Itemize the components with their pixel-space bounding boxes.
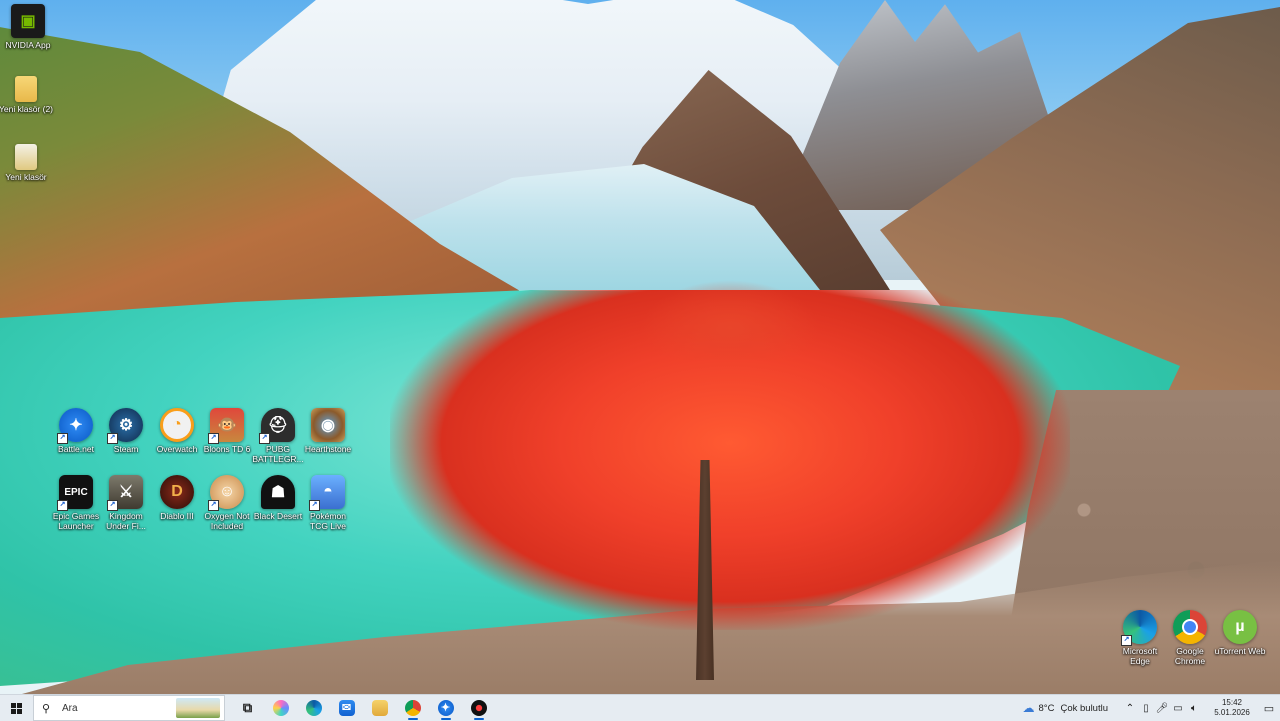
folder-icon xyxy=(371,700,388,716)
utorrent-icon: µ xyxy=(1223,610,1257,644)
desktop-icon-kingdom-under-fire[interactable]: ⚔ ↗ Kingdom Under Fi... xyxy=(98,475,154,531)
taskbar-battlenet[interactable]: ✦ xyxy=(429,695,462,721)
edge-icon: ↗ xyxy=(1121,610,1157,646)
taskbar-chrome[interactable] xyxy=(396,695,429,721)
overwatch-icon: ◔ xyxy=(160,408,194,442)
taskbar: ⚲ Ara ⧉ ✉ ✦ ☁ 8°C Çok bulutlu ⌃ ▯ 🎤︎ ▭ 🔈… xyxy=(0,694,1280,721)
cloud-rain-icon: ☁ xyxy=(1022,701,1035,715)
nvidia-icon: ▣ xyxy=(11,4,45,38)
chrome-icon xyxy=(404,700,421,716)
taskbar-app[interactable] xyxy=(462,695,495,721)
weather-condition: Çok bulutlu xyxy=(1060,702,1108,714)
desktop-icon-steam[interactable]: ⚙ ↗ Steam xyxy=(98,408,154,454)
desktop-icon-pokemon-tcg-live[interactable]: ◓ ↗ Pokémon TCG Live xyxy=(300,475,356,531)
pokemon-tcg-icon: ◓ ↗ xyxy=(309,475,345,511)
desktop-icon-epic-games[interactable]: EPIC ↗ Epic Games Launcher xyxy=(48,475,104,531)
desktop-icon-diablo-iii[interactable]: D Diablo III xyxy=(149,475,205,521)
black-desert-icon: ☗ xyxy=(261,475,295,509)
bloons-td6-icon: 🐵 ↗ xyxy=(208,408,244,444)
taskbar-copilot[interactable] xyxy=(264,695,297,721)
taskbar-outlook[interactable]: ✉ xyxy=(330,695,363,721)
start-button[interactable] xyxy=(0,695,32,721)
taskbar-edge[interactable] xyxy=(297,695,330,721)
edge-icon xyxy=(305,700,322,716)
system-tray: ☁ 8°C Çok bulutlu ⌃ ▯ 🎤︎ ▭ 🔈︎ 15:42 5.01… xyxy=(1023,695,1280,721)
epic-games-icon: EPIC ↗ xyxy=(57,475,93,511)
battlenet-icon: ✦ xyxy=(437,700,454,716)
desktop-icon-google-chrome[interactable]: Google Chrome xyxy=(1162,610,1218,666)
desktop-icon-bloons-td6[interactable]: 🐵 ↗ Bloons TD 6 xyxy=(199,408,255,454)
mail-icon: ✉ xyxy=(338,700,355,716)
weather-widget[interactable]: ☁ 8°C Çok bulutlu xyxy=(1023,701,1114,715)
desktop-wallpaper xyxy=(0,0,1280,694)
taskbar-task-view[interactable]: ⧉ xyxy=(231,695,264,721)
desktop-icon-new-folder-2[interactable]: Yeni klasör (2) xyxy=(0,76,54,114)
diablo-icon: D xyxy=(160,475,194,509)
task-view-icon: ⧉ xyxy=(242,700,253,715)
battlenet-icon: ✦ ↗ xyxy=(57,408,93,444)
search-placeholder: Ara xyxy=(62,702,78,714)
desktop-icon-pubg[interactable]: ⛑ ↗ PUBG BATTLEGR... xyxy=(250,408,306,464)
hearthstone-icon: ◉ xyxy=(311,408,345,442)
app-icon xyxy=(470,700,487,716)
steam-icon: ⚙ ↗ xyxy=(107,408,143,444)
folder-icon xyxy=(15,76,37,102)
chrome-icon xyxy=(1173,610,1207,644)
clock-time: 15:42 xyxy=(1221,698,1243,707)
kingdom-under-fire-icon: ⚔ ↗ xyxy=(107,475,143,511)
desktop-icon-microsoft-edge[interactable]: ↗ Microsoft Edge xyxy=(1112,610,1168,666)
wallpaper-red-tree-top xyxy=(640,280,820,360)
microphone-icon[interactable]: 🎤︎ xyxy=(1154,703,1170,714)
desktop-icon-overwatch[interactable]: ◔ Overwatch xyxy=(149,408,205,454)
copilot-icon xyxy=(272,700,289,716)
clock-date: 5.01.2026 xyxy=(1214,708,1250,717)
desktop-icon-battlenet[interactable]: ✦ ↗ Battle.net xyxy=(48,408,104,454)
network-icon[interactable]: ▭ xyxy=(1170,703,1186,714)
folder-icon xyxy=(15,144,37,170)
desktop-icon-utorrent-web[interactable]: µ uTorrent Web xyxy=(1212,610,1268,656)
desktop-icon-black-desert[interactable]: ☗ Black Desert xyxy=(250,475,306,521)
desktop-icon-new-folder[interactable]: Yeni klasör xyxy=(0,144,54,182)
desktop-icon-nvidia-app[interactable]: ▣ NVIDIA App xyxy=(0,4,56,50)
clock[interactable]: 15:42 5.01.2026 xyxy=(1206,698,1258,718)
weather-temp: 8°C xyxy=(1038,702,1055,714)
notification-icon[interactable]: ▭ xyxy=(1258,702,1280,715)
volume-icon[interactable]: 🔈︎ xyxy=(1186,703,1202,714)
desktop-icon-hearthstone[interactable]: ◉ Hearthstone xyxy=(300,408,356,454)
windows-logo-icon xyxy=(10,702,22,714)
battery-icon[interactable]: ▯ xyxy=(1138,703,1154,714)
taskbar-search-box[interactable]: ⚲ Ara xyxy=(33,695,225,721)
search-icon: ⚲ xyxy=(42,702,51,715)
desktop-icon-oxygen-not-included[interactable]: ☺ ↗ Oxygen Not Included xyxy=(199,475,255,531)
pubg-icon: ⛑ ↗ xyxy=(259,408,295,444)
chevron-up-icon[interactable]: ⌃ xyxy=(1122,703,1138,714)
taskbar-file-explorer[interactable] xyxy=(363,695,396,721)
oxygen-not-included-icon: ☺ ↗ xyxy=(208,475,244,511)
search-highlight-image xyxy=(176,698,220,718)
